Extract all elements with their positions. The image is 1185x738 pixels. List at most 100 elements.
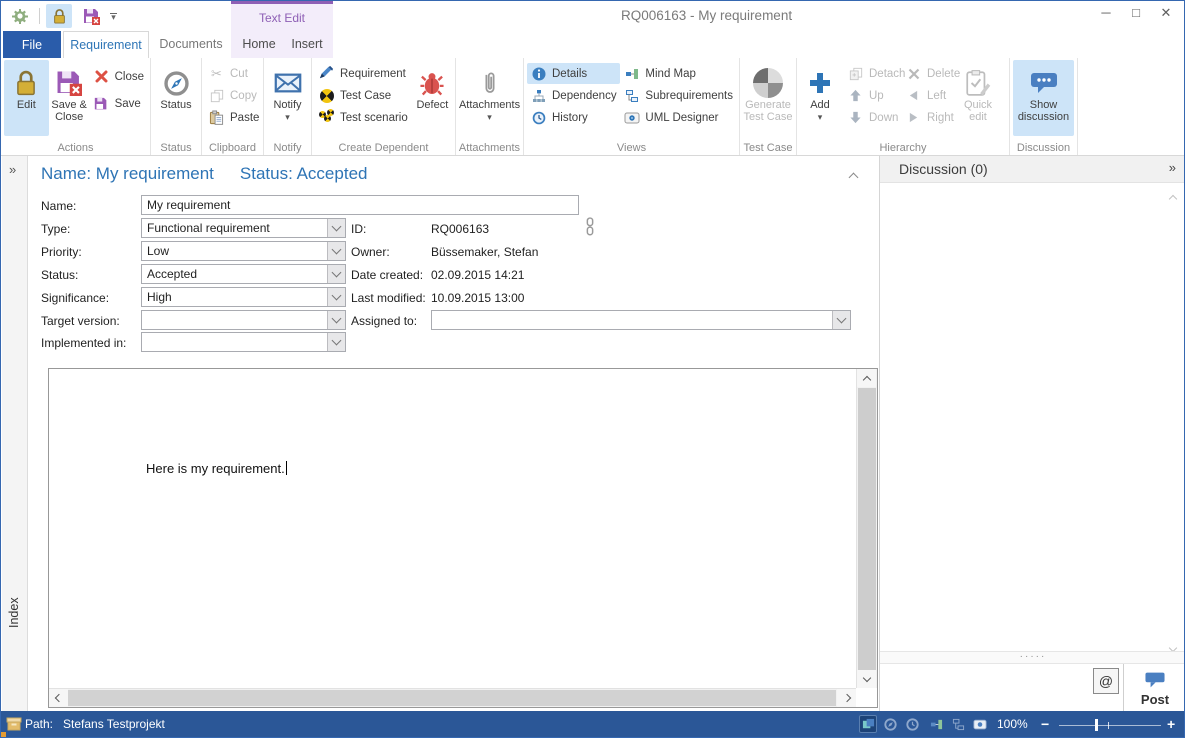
left-button[interactable]: Left [902,85,957,106]
scroll-left-button[interactable] [49,689,68,707]
dropdown-arrow-icon[interactable] [327,333,345,351]
maximize-button[interactable]: □ [1126,5,1146,21]
detach-icon [847,65,864,82]
window-title: RQ006163 - My requirement [621,8,792,23]
create-test-case-button[interactable]: Test Case [315,85,411,106]
qat-save-close-button[interactable] [78,4,104,28]
tab-home[interactable]: Home [239,31,279,57]
scroll-right-button[interactable] [837,689,856,707]
tab-documents[interactable]: Documents [151,31,231,57]
discussion-title: Discussion (0) [899,161,988,177]
requirement-text-editor[interactable]: Here is my requirement. [48,368,878,708]
tab-insert[interactable]: Insert [285,31,329,57]
priority-select[interactable]: Low [141,241,346,261]
dropdown-arrow-icon[interactable] [327,242,345,260]
save-and-close-button[interactable]: Save & Close [49,60,90,136]
zoom-in-button[interactable]: + [1167,716,1175,732]
target-version-select[interactable] [141,310,346,330]
subrequirements-icon [623,87,640,104]
zoom-slider-track[interactable] [1059,725,1161,726]
qat-lock-button[interactable] [46,4,72,28]
down-button[interactable]: Down [844,107,902,128]
mention-button[interactable]: @ [1093,668,1119,694]
dropdown-arrow-icon[interactable] [327,311,345,329]
dropdown-arrow-icon[interactable] [327,265,345,283]
editor-horizontal-scrollbar[interactable] [49,688,856,707]
generate-test-case-button[interactable]: Generate Test Case [743,60,793,136]
dropdown-arrow-icon[interactable] [832,311,850,329]
zoom-level: 100% [997,717,1028,731]
discussion-scroll-up-chevron[interactable] [1170,189,1176,207]
paste-button[interactable]: Paste [205,107,262,128]
view-details-button[interactable]: Details [527,63,620,84]
editor-vertical-scrollbar[interactable] [856,369,877,688]
zoom-out-button[interactable]: − [1041,716,1049,732]
statusbar-dependency-view-icon[interactable] [881,715,899,733]
sidebar-index-label[interactable]: Index [7,597,21,628]
chain-link-icon[interactable] [585,217,595,236]
close-button[interactable]: Close [90,66,147,87]
show-discussion-button[interactable]: Show discussion [1013,60,1074,136]
sidebar-expand-chevron[interactable]: » [9,162,16,177]
edit-button[interactable]: Edit [4,60,49,136]
minimize-button[interactable]: ─ [1096,5,1116,21]
right-button[interactable]: Right [902,107,957,128]
dropdown-caret-icon: ▾ [487,113,492,121]
statusbar-subrequirements-view-icon[interactable] [949,715,967,733]
qat-overflow-button[interactable]: ▾ [110,13,117,20]
scroll-up-button[interactable] [857,369,876,387]
create-test-scenario-button[interactable]: Test scenario [315,107,411,128]
zoom-slider-thumb[interactable] [1095,719,1098,731]
up-button[interactable]: Up [844,85,902,106]
view-history-button[interactable]: History [527,107,620,128]
zoom-slider-center-tick [1108,722,1109,729]
statusbar-uml-designer-view-icon[interactable] [971,715,989,733]
group-label-attachments: Attachments [456,142,523,154]
tab-requirement[interactable]: Requirement [63,31,149,58]
save-button[interactable]: Save [90,93,147,114]
significance-select[interactable]: High [141,287,346,307]
dropdown-caret-icon: ▾ [818,113,823,121]
view-mind-map-button[interactable]: Mind Map [620,63,736,84]
delete-button[interactable]: Delete [902,63,957,84]
copy-button[interactable]: Copy [205,85,262,106]
vertical-scroll-thumb[interactable] [858,388,876,670]
implemented-in-select[interactable] [141,332,346,352]
dropdown-arrow-icon[interactable] [327,288,345,306]
cut-button[interactable]: ✂ Cut [205,63,262,84]
requirement-details-panel: Name: My requirementStatus: Accepted Nam… [28,156,879,713]
name-input[interactable] [141,195,579,215]
discussion-expand-chevron[interactable]: » [1169,160,1176,175]
view-dependency-button[interactable]: Dependency [527,85,620,106]
view-uml-designer-button[interactable]: UML Designer [620,107,736,128]
add-button[interactable]: Add ▾ [800,60,840,136]
post-button[interactable]: Post [1123,664,1185,713]
detach-button[interactable]: Detach [844,63,902,84]
close-button[interactable]: ✕ [1156,5,1176,21]
type-select[interactable]: Functional requirement [141,218,346,238]
dropdown-arrow-icon[interactable] [327,219,345,237]
ribbon-group-hierarchy: Add ▾ Detach Up [797,58,1010,155]
notify-button[interactable]: Notify ▾ [267,60,308,136]
attachments-button[interactable]: Attachments ▾ [459,60,520,136]
discussion-input-area[interactable]: @ Post [880,664,1185,713]
ribbon-group-actions: Edit Save & Close Close [1,58,151,155]
scroll-down-button[interactable] [857,670,876,688]
create-requirement-button[interactable]: Requirement [315,63,411,84]
quick-edit-button[interactable]: Quick edit [957,60,999,136]
view-subrequirements-button[interactable]: Subrequirements [620,85,736,106]
assigned-to-select[interactable] [431,310,851,330]
app-gear-icon[interactable] [7,4,33,28]
discussion-splitter[interactable]: ····· [880,651,1185,664]
status-button[interactable]: Status [154,60,198,136]
status-select[interactable]: Accepted [141,264,346,284]
statusbar-details-view-icon[interactable] [859,715,877,733]
horizontal-scroll-thumb[interactable] [68,690,836,706]
statusbar-mind-map-view-icon[interactable] [927,715,945,733]
tab-file[interactable]: File [3,31,61,58]
history-clock-icon [530,109,547,126]
collapse-form-chevron[interactable] [850,168,857,186]
statusbar-history-view-icon[interactable] [903,715,921,733]
ribbon: Edit Save & Close Close [1,58,1184,156]
create-defect-button[interactable]: Defect [413,60,452,136]
